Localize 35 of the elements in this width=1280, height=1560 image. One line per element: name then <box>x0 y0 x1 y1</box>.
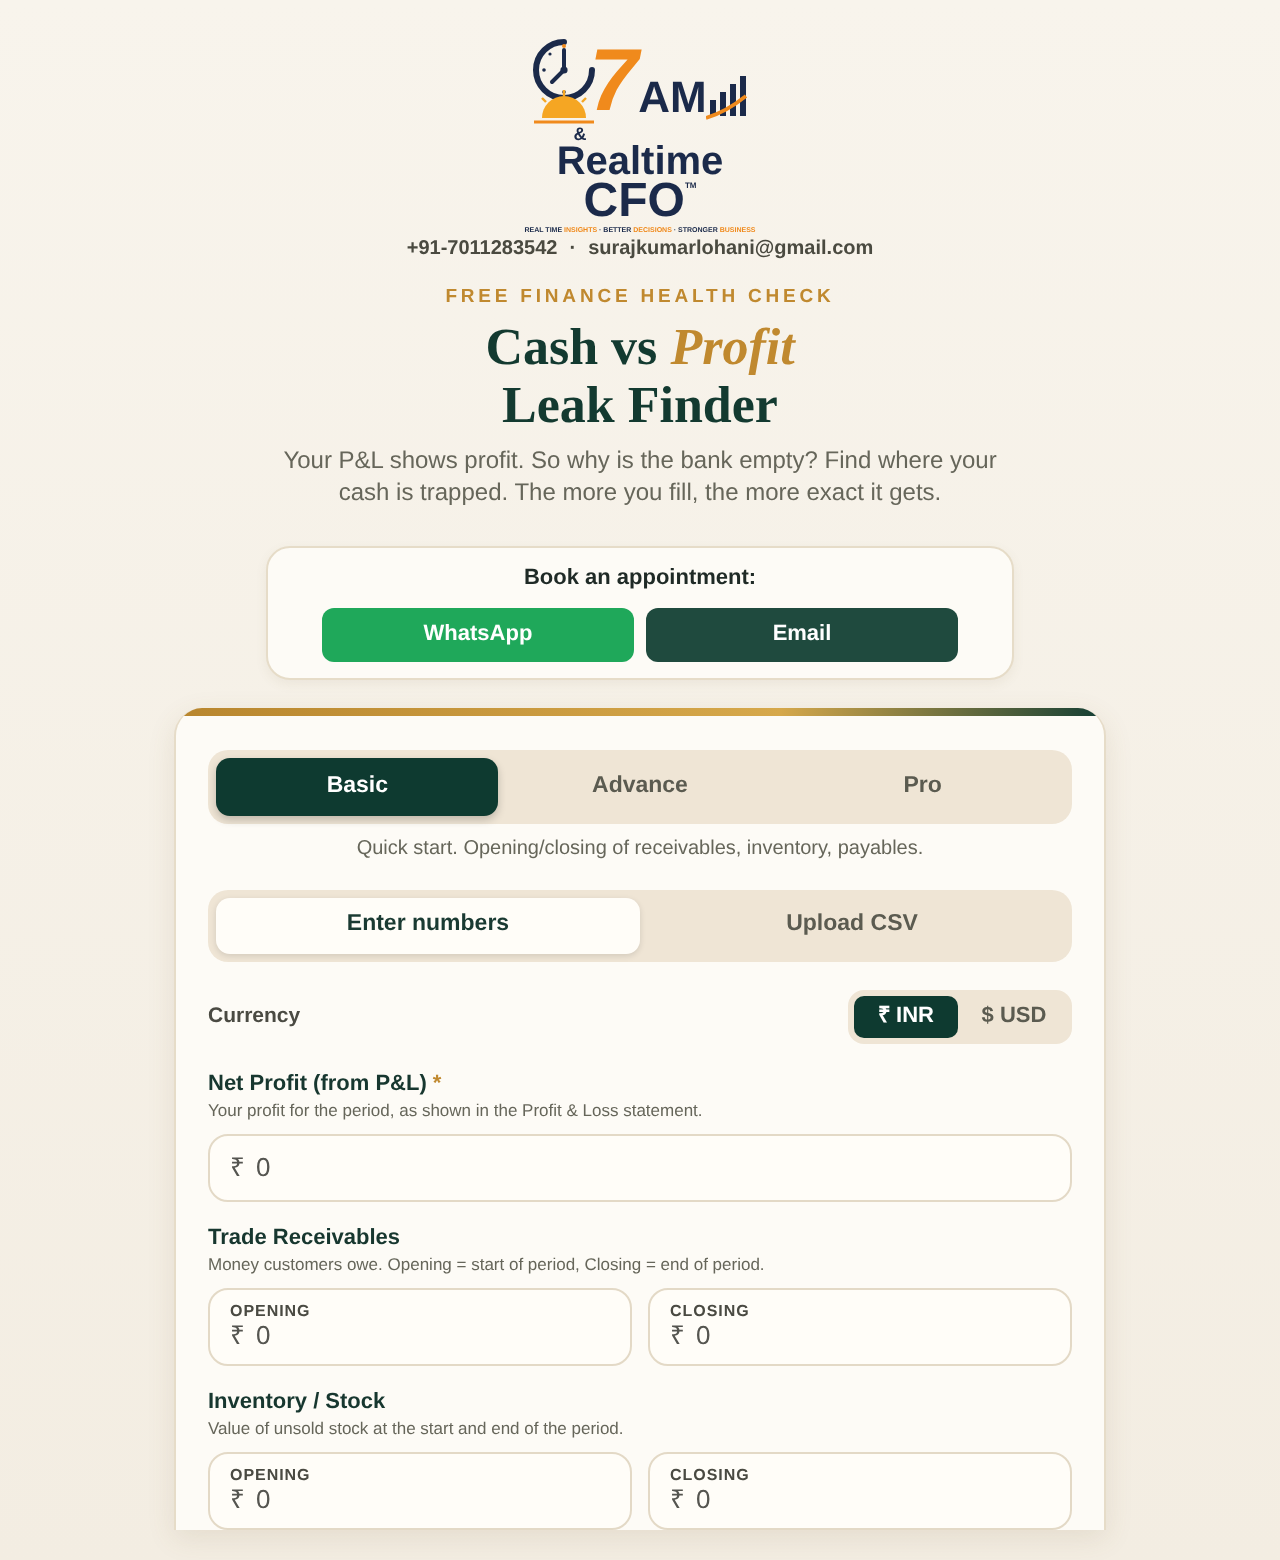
page-title: Cash vs Profit Leak Finder <box>483 318 798 434</box>
separator-text: · <box>569 238 577 262</box>
tier-description: Quick start. Opening/closing of receivables, inventory, payables. <box>354 838 926 862</box>
tier-tab[interactable]: Pro <box>781 758 1064 816</box>
clock-and-sun-icon <box>529 34 598 126</box>
eyebrow-text: FREE FINANCE HEALTH CHECK <box>445 286 835 308</box>
appointment-label: Book an appointment: <box>523 566 757 592</box>
field-label: Inventory / Stock <box>208 1390 388 1416</box>
page-subtitle: Your P&L shows profit. So why is the bank empty? Find where your cash is trapped. The more you fill, the more exact it gets. <box>281 444 999 508</box>
field-hint: Money customers owe. Opening = start of period, Closing = end of period. <box>208 1254 767 1276</box>
rising-bars-icon <box>706 72 751 120</box>
amount-field[interactable]: OPENING ₹ 0 <box>208 1452 632 1530</box>
currency-label: Currency <box>208 1001 301 1032</box>
mode-tab[interactable]: Upload CSV <box>640 898 1064 954</box>
amount-field[interactable]: OPENING ₹ 0 <box>208 1288 632 1366</box>
logo-text: Realtime <box>556 144 724 182</box>
tier-tab[interactable]: Basic <box>216 758 499 816</box>
logo-text: CFO <box>583 182 685 222</box>
amount-field[interactable]: CLOSING ₹ 0 <box>648 1452 1072 1530</box>
currency-option[interactable]: $ USD <box>962 996 1066 1038</box>
field-label: Trade Receivables <box>208 1226 403 1252</box>
field-hint: Value of unsold stock at the start and end of the period. <box>208 1418 626 1440</box>
amount-field[interactable]: CLOSING ₹ 0 <box>648 1288 1072 1366</box>
email-address: surajkumarlohani@gmail.com <box>588 238 874 262</box>
logo-numeral: 7 <box>589 38 639 126</box>
logo-word: AM <box>638 76 707 120</box>
currency-option[interactable]: ₹ INR <box>854 996 958 1038</box>
amount-field[interactable]: ₹ 0 <box>208 1134 1072 1202</box>
tier-tab[interactable]: Advance <box>498 758 782 816</box>
field-label: Net Profit (from P&L) * <box>208 1072 444 1098</box>
phone-number: +91-7011283542 <box>406 238 558 262</box>
mode-tab[interactable]: Enter numbers <box>216 898 640 954</box>
email-button[interactable]: Email <box>646 608 958 662</box>
field-hint: Your profit for the period, as shown in the Profit & Loss statement. <box>208 1100 705 1122</box>
logo-ampersand: & <box>573 126 587 144</box>
